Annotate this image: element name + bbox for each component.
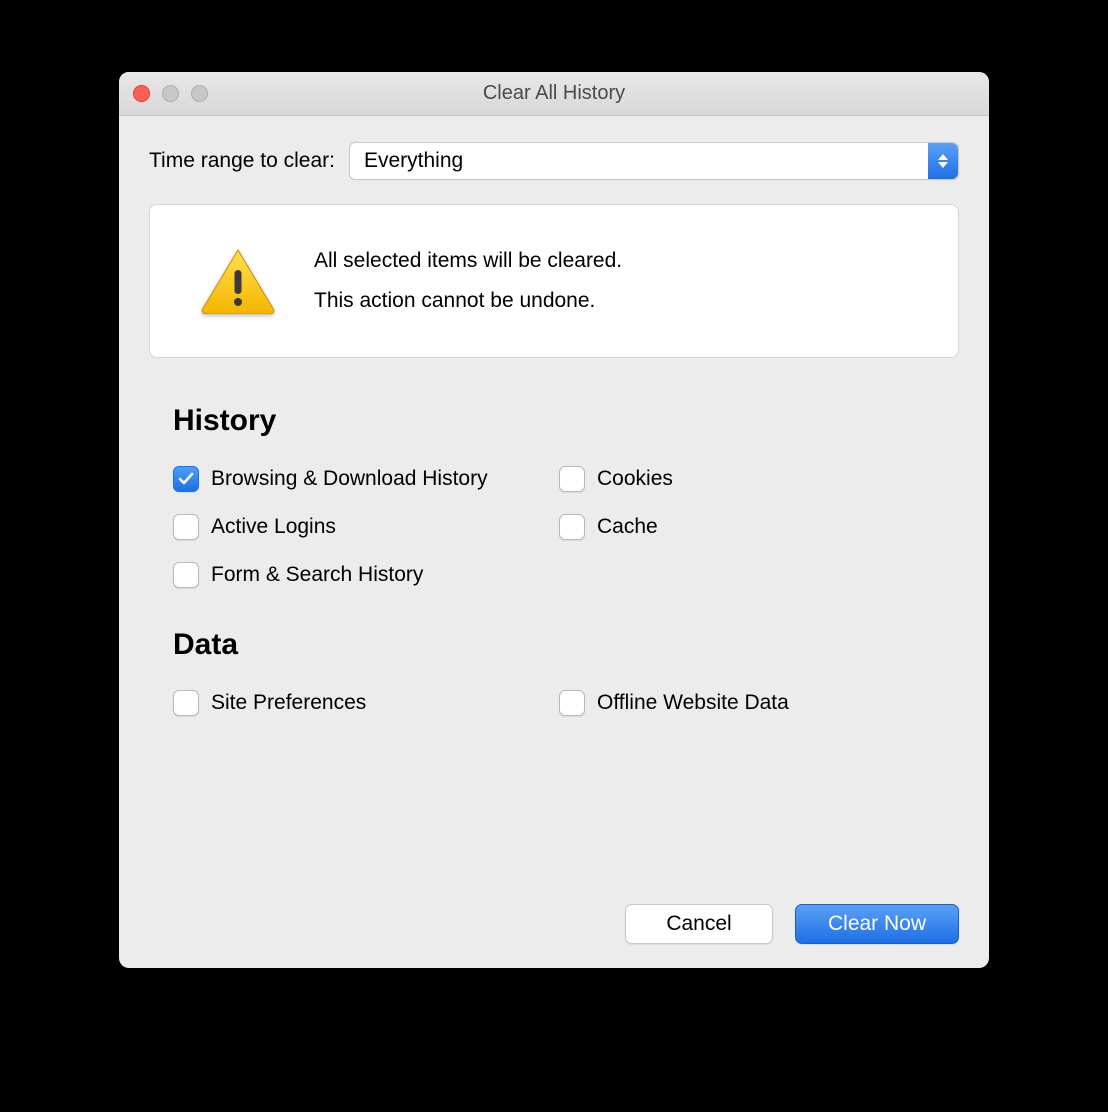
checkbox-input[interactable] — [559, 690, 585, 716]
warning-panel: All selected items will be cleared. This… — [149, 204, 959, 358]
checkbox-label: Site Preferences — [211, 691, 366, 715]
chevron-up-icon — [938, 154, 948, 160]
dialog-window: Clear All History Time range to clear: E… — [119, 72, 989, 968]
checkbox-label: Offline Website Data — [597, 691, 789, 715]
minimize-window-button[interactable] — [162, 85, 179, 102]
close-window-button[interactable] — [133, 85, 150, 102]
time-range-select[interactable]: Everything — [349, 142, 959, 180]
zoom-window-button[interactable] — [191, 85, 208, 102]
clear-now-button-label: Clear Now — [828, 912, 926, 936]
warning-text: All selected items will be cleared. This… — [314, 241, 622, 321]
data-checkbox-grid: Site Preferences Offline Website Data — [149, 690, 959, 716]
history-checkbox-grid: Browsing & Download History Cookies Acti… — [149, 466, 959, 588]
checkbox-label: Active Logins — [211, 515, 336, 539]
checkbox-form-search-history[interactable]: Form & Search History — [173, 562, 549, 588]
check-icon — [178, 471, 194, 487]
clear-now-button[interactable]: Clear Now — [795, 904, 959, 944]
checkbox-active-logins[interactable]: Active Logins — [173, 514, 549, 540]
checkbox-input[interactable] — [559, 466, 585, 492]
data-heading: Data — [173, 628, 959, 662]
cancel-button-label: Cancel — [666, 912, 731, 936]
checkbox-label: Cookies — [597, 467, 673, 491]
checkbox-label: Form & Search History — [211, 563, 423, 587]
checkbox-cookies[interactable]: Cookies — [559, 466, 935, 492]
checkbox-input[interactable] — [173, 466, 199, 492]
checkbox-input[interactable] — [173, 690, 199, 716]
dialog-content: Time range to clear: Everything — [119, 116, 989, 968]
time-range-row: Time range to clear: Everything — [149, 142, 959, 180]
checkbox-label: Cache — [597, 515, 658, 539]
cancel-button[interactable]: Cancel — [625, 904, 773, 944]
history-heading: History — [173, 404, 959, 438]
select-stepper-icon — [928, 143, 958, 179]
time-range-label: Time range to clear: — [149, 149, 335, 173]
checkbox-input[interactable] — [173, 562, 199, 588]
window-title: Clear All History — [119, 82, 989, 105]
checkbox-browsing-download-history[interactable]: Browsing & Download History — [173, 466, 549, 492]
checkbox-offline-website-data[interactable]: Offline Website Data — [559, 690, 935, 716]
checkbox-input[interactable] — [173, 514, 199, 540]
titlebar[interactable]: Clear All History — [119, 72, 989, 116]
warning-line-2: This action cannot be undone. — [314, 281, 622, 321]
checkbox-site-preferences[interactable]: Site Preferences — [173, 690, 549, 716]
checkbox-cache[interactable]: Cache — [559, 514, 935, 540]
time-range-value: Everything — [364, 149, 463, 173]
chevron-down-icon — [938, 162, 948, 168]
warning-line-1: All selected items will be cleared. — [314, 241, 622, 281]
traffic-lights — [133, 85, 208, 102]
dialog-button-row: Cancel Clear Now — [149, 904, 959, 944]
checkbox-input[interactable] — [559, 514, 585, 540]
warning-icon — [200, 248, 276, 314]
checkbox-label: Browsing & Download History — [211, 467, 488, 491]
